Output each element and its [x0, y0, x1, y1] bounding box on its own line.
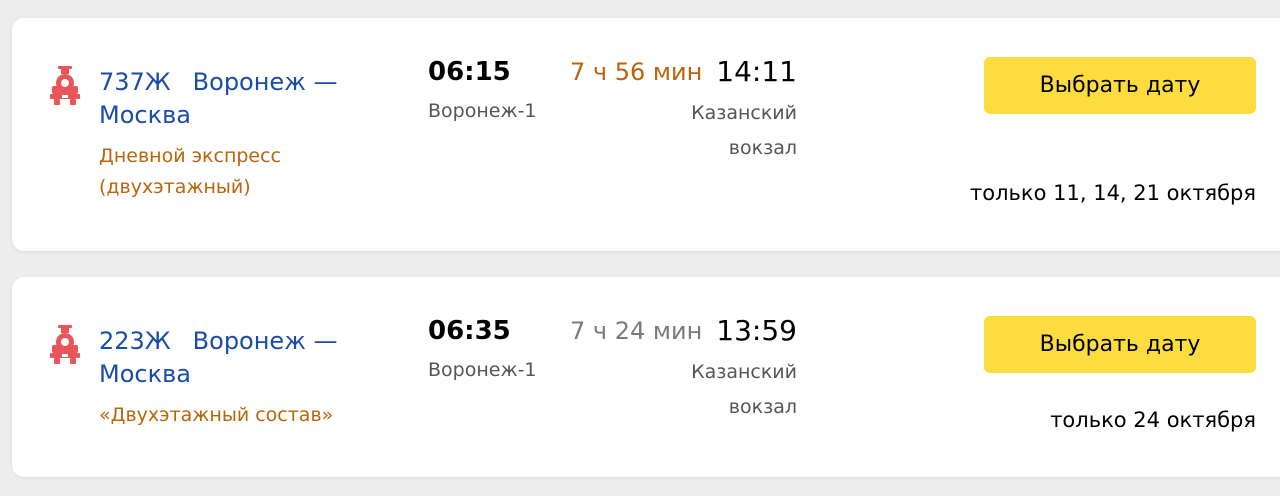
trip-card: 223Ж Воронеж — Москва «Двухэтажный состав… [12, 277, 1280, 477]
select-date-button[interactable]: Выбрать дату [984, 316, 1256, 373]
train-name: «Двухэтажный состав» [99, 404, 334, 426]
steam-locomotive-icon [50, 325, 80, 365]
route-link[interactable]: 737Ж Воронеж — Москва [99, 66, 359, 132]
train-number[interactable]: 737Ж [99, 68, 171, 96]
train-name: Дневной экспресс (двухэтажный) [99, 145, 282, 198]
departure-time: 06:35 [428, 316, 511, 346]
arrival-time: 13:59 [716, 314, 797, 347]
available-dates: только 24 октября [1050, 408, 1256, 432]
steam-locomotive-icon [50, 66, 80, 106]
available-dates: только 11, 14, 21 октября [970, 181, 1256, 205]
arrival-station: Казанский вокзал [691, 361, 797, 418]
departure-station: Воронеж-1 [428, 359, 537, 381]
select-date-button[interactable]: Выбрать дату [984, 57, 1256, 114]
departure-station: Воронеж-1 [428, 100, 537, 122]
arrival-station: Казанский вокзал [691, 102, 797, 159]
route-link[interactable]: 223Ж Воронеж — Москва [99, 325, 359, 391]
departure-time: 06:15 [428, 57, 511, 87]
arrival-time: 14:11 [716, 55, 797, 88]
trip-duration: 7 ч 56 мин [570, 58, 703, 86]
train-number[interactable]: 223Ж [99, 327, 171, 355]
trip-duration: 7 ч 24 мин [570, 317, 703, 345]
trip-card: 737Ж Воронеж — Москва Дневной экспресс (д… [12, 18, 1280, 251]
